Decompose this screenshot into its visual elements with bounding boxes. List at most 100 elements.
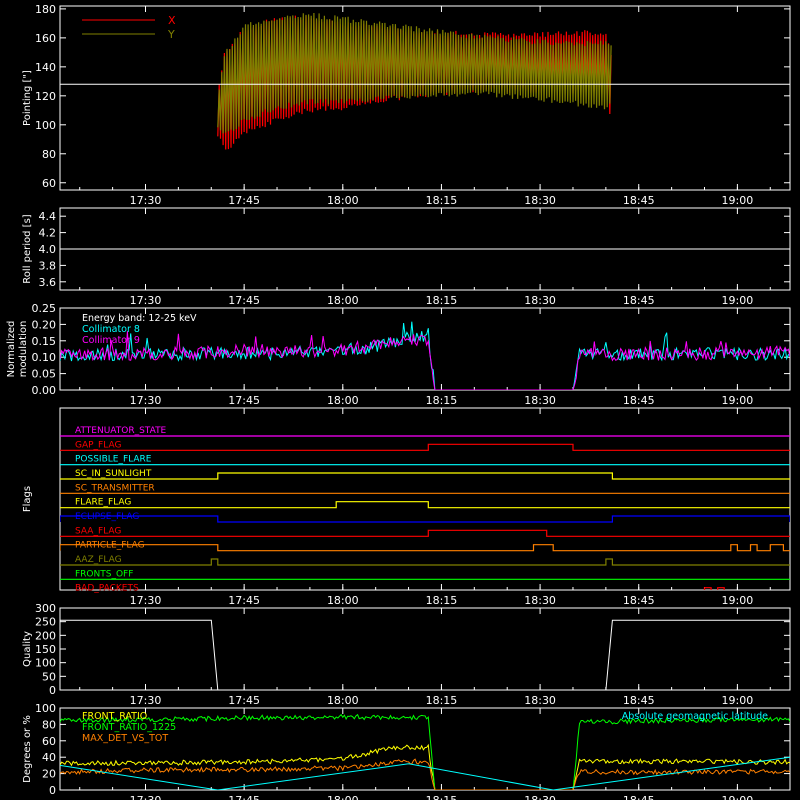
x-tick-label: 17:45 [228, 194, 260, 207]
x-tick-label: 17:45 [228, 594, 260, 607]
y-axis-label: Pointing ["] [22, 70, 33, 126]
x-tick-label: 19:00 [722, 594, 754, 607]
flag-line [703, 587, 725, 590]
panel-modulation: 17:30 17:45 18:00 18:15 18:30 18:45 19:00 0.00 0… [6, 302, 791, 407]
summary-plot: 17:30 17:45 18:00 18:15 18:30 18:45 19:00 60 80 1… [6, 3, 791, 800]
panel-quality: 17:30 17:45 18:00 18:15 18:30 18:45 19:00 05010… [22, 602, 791, 707]
x-tick-label: 18:30 [524, 694, 556, 707]
x-tick-label: 19:00 [722, 194, 754, 207]
x-tick-label: 18:15 [426, 194, 458, 207]
y-tick-label: 20 [42, 768, 56, 781]
x-tick-label: 19:00 [722, 794, 754, 800]
x-tick-label: 17:45 [228, 294, 260, 307]
panel-flags: 17:30 17:45 18:00 18:15 18:30 18:45 19:00 Flags… [22, 407, 791, 607]
flag-label: SC_TRANSMITTER [75, 483, 155, 493]
y-tick-label: 60 [42, 177, 56, 190]
series-y-line [217, 12, 612, 134]
y-tick-label: 100 [35, 119, 56, 132]
flag-line [60, 515, 790, 523]
data-layer [60, 321, 790, 390]
x-tick-label: 19:00 [722, 394, 754, 407]
y-axis-label: Quality [22, 631, 33, 667]
x-tick-label: 18:30 [524, 594, 556, 607]
y-tick-label: 0.15 [32, 335, 57, 348]
series-line [60, 743, 790, 790]
x-tick-label: 18:45 [623, 294, 655, 307]
x-tick-label: 18:45 [623, 194, 655, 207]
flag-label: AAZ_FLAG [75, 555, 122, 565]
y-tick-label: 140 [35, 61, 56, 74]
x-tick-label: 17:30 [130, 694, 162, 707]
x-tick-label: 18:45 [623, 394, 655, 407]
x-tick-label: 18:00 [327, 794, 359, 800]
flag-label: GAP_FLAG [75, 440, 121, 450]
legend-label: Y [167, 28, 175, 41]
legend-label: FRONT_RATIO [82, 711, 147, 722]
x-tick-label: 19:00 [722, 694, 754, 707]
y-tick-label: 0.20 [32, 318, 57, 331]
x-tick-label: 18:00 [327, 594, 359, 607]
data-layer [60, 619, 790, 690]
x-tick-label: 18:45 [623, 694, 655, 707]
y-tick-label: 160 [35, 32, 56, 45]
y-tick-label: 50 [42, 670, 56, 683]
x-tick-label: 19:00 [722, 294, 754, 307]
flag-label: POSSIBLE_FLARE [75, 455, 152, 465]
x-tick-label: 17:30 [130, 794, 162, 800]
y-tick-label: 120 [35, 90, 56, 103]
legend-label: FRONT_RATIO_1225 [82, 722, 176, 733]
geomagnetic-latitude-annotation: Absolute geomagnetic latitude [622, 711, 768, 722]
y-tick-label: 0.05 [32, 368, 57, 381]
x-tick-label: 17:30 [130, 394, 162, 407]
y-tick-label: 180 [35, 3, 56, 16]
x-tick-label: 18:15 [426, 794, 458, 800]
y-tick-label: 200 [35, 629, 56, 642]
y-tick-label: 40 [42, 751, 56, 764]
flag-label: FLARE_FLAG [75, 498, 131, 508]
x-tick-label: 18:00 [327, 694, 359, 707]
x-tick-label: 18:45 [623, 594, 655, 607]
y-tick-label: 3.6 [39, 276, 57, 289]
flag-line [60, 443, 790, 451]
y-tick-label: 4.0 [39, 243, 57, 256]
flag-line [60, 472, 790, 480]
y-axis-label: modulation [18, 321, 29, 378]
x-tick-label: 18:15 [426, 394, 458, 407]
y-tick-label: 0.25 [32, 302, 57, 315]
flag-label: PARTICLE_FLAG [75, 541, 145, 551]
y-tick-label: 0 [49, 684, 56, 697]
y-tick-label: 0.00 [32, 384, 57, 397]
y-tick-label: 150 [35, 643, 56, 656]
energy-band-annotation: Energy band: 12-25 keV [82, 313, 197, 324]
legend-label: X [168, 14, 176, 27]
panel-fronts: 17:30 17:45 18:00 18:15 18:30 18:45 19:00 0 20 40… [22, 702, 791, 800]
series-line [60, 619, 790, 690]
y-tick-label: 80 [42, 148, 56, 161]
flag-line [60, 501, 790, 509]
y-tick-label: 60 [42, 735, 56, 748]
series-line [60, 756, 790, 790]
y-axis-label: Flags [22, 486, 33, 512]
flag-label: FRONTS_OFF [75, 569, 133, 579]
x-tick-label: 18:30 [524, 394, 556, 407]
y-axis-label: Normalized [6, 321, 17, 378]
y-tick-label: 3.8 [39, 259, 57, 272]
flag-line [60, 529, 790, 537]
flag-label: ECLIPSE_FLAG [75, 512, 139, 522]
x-tick-label: 17:30 [130, 594, 162, 607]
x-tick-label: 17:30 [130, 194, 162, 207]
y-tick-label: 100 [35, 702, 56, 715]
flag-label: SAA_FLAG [75, 526, 121, 536]
x-tick-label: 18:30 [524, 294, 556, 307]
x-tick-label: 18:30 [524, 794, 556, 800]
panel-pointing: 17:30 17:45 18:00 18:15 18:30 18:45 19:00 60 80 1… [22, 3, 791, 207]
x-tick-label: 18:00 [327, 394, 359, 407]
x-tick-label: 17:45 [228, 694, 260, 707]
series-line [60, 331, 790, 390]
y-tick-label: 300 [35, 602, 56, 615]
x-tick-label: 18:45 [623, 794, 655, 800]
y-tick-label: 250 [35, 616, 56, 629]
rhessi-observing-summary: 17:30 17:45 18:00 18:15 18:30 18:45 19:00 60 80 1… [0, 0, 800, 800]
legend-label: Collimator 9 [82, 335, 140, 346]
legend-label: Collimator 8 [82, 324, 140, 335]
